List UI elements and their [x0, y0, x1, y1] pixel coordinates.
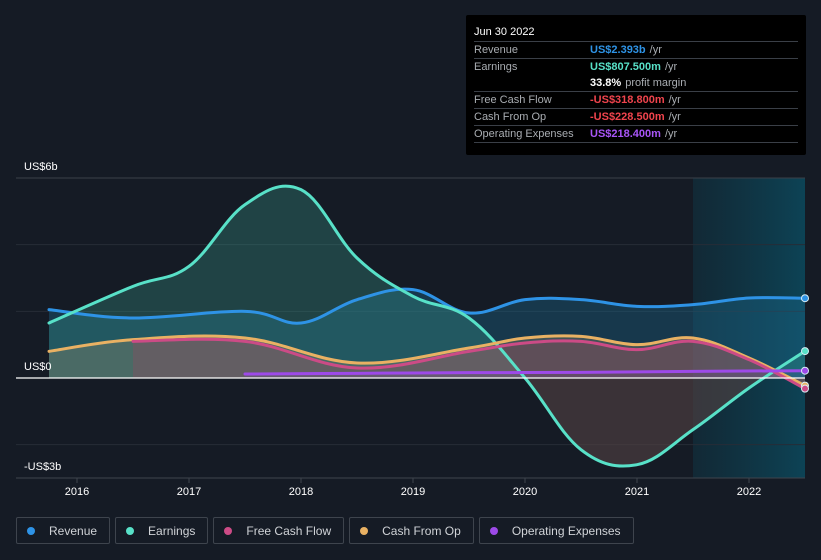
- x-tick-label: 2017: [177, 486, 201, 498]
- operating-expenses-end-point: [801, 366, 809, 375]
- legend-label: Free Cash Flow: [246, 523, 332, 538]
- y-axis-label: US$6b: [24, 161, 58, 173]
- cash-from-op-dot-icon: [360, 526, 369, 535]
- profit-margin-value: 33.8%: [590, 77, 622, 89]
- tooltip-value: -US$228.500m: [590, 111, 665, 123]
- x-tick-label: 2016: [65, 486, 89, 498]
- tooltip-label: Earnings: [474, 61, 518, 73]
- x-axis: 2016 2017 2018 2019 2020 2021 2022: [16, 477, 805, 498]
- operating-expenses-dot-icon: [489, 526, 498, 535]
- legend-item-cash-from-op[interactable]: Cash From Op: [349, 517, 474, 544]
- tooltip-row-revenue: Revenue US$2.393b /yr: [474, 42, 798, 59]
- earnings-end-point: [801, 347, 809, 356]
- x-tick-label: 2021: [625, 486, 649, 498]
- tooltip-label: Cash From Op: [474, 111, 547, 123]
- profit-margin-text: profit margin: [625, 77, 687, 89]
- tooltip-row-operating-expenses: Operating Expenses US$218.400m /yr: [474, 126, 798, 143]
- tooltip-row-cash-from-op: Cash From Op -US$228.500m /yr: [474, 109, 798, 126]
- revenue-end-point: [801, 294, 809, 303]
- tooltip-date: Jun 30 2022: [474, 23, 798, 42]
- y-axis-label: US$0: [24, 361, 52, 373]
- legend-label: Earnings: [148, 523, 196, 538]
- tooltip-label: Operating Expenses: [474, 128, 574, 140]
- tooltip-row-profit-margin: 33.8% profit margin: [474, 75, 798, 92]
- tooltip-value: US$218.400m: [590, 128, 661, 140]
- tooltip-value: US$2.393b: [590, 44, 646, 56]
- free-cash-flow-end-point: [801, 384, 809, 393]
- x-tick-label: 2018: [289, 486, 313, 498]
- legend-item-free-cash-flow[interactable]: Free Cash Flow: [213, 517, 345, 544]
- tooltip-value: US$807.500m: [590, 61, 661, 73]
- y-axis-label: -US$3b: [24, 461, 61, 473]
- tooltip-unit: /yr: [664, 128, 678, 140]
- tooltip-row-free-cash-flow: Free Cash Flow -US$318.800m /yr: [474, 92, 798, 109]
- earnings-dot-icon: [126, 526, 135, 535]
- revenue-dot-icon: [27, 526, 35, 535]
- tooltip-row-earnings: Earnings US$807.500m /yr: [474, 59, 798, 75]
- series-areas: [49, 186, 805, 467]
- tooltip-label: Revenue: [474, 44, 519, 56]
- legend-label: Cash From Op: [382, 523, 461, 538]
- tooltip-label: [474, 75, 590, 91]
- legend-label: Operating Expenses: [511, 523, 621, 538]
- tooltip-unit: /yr: [668, 111, 681, 123]
- tooltip-unit: /yr: [668, 94, 681, 106]
- tooltip-label: Free Cash Flow: [474, 94, 552, 106]
- tooltip-unit: /yr: [649, 44, 662, 56]
- free-cash-flow-dot-icon: [224, 526, 233, 535]
- tooltip-unit: /yr: [664, 61, 678, 73]
- legend-label: Revenue: [49, 523, 98, 538]
- legend-item-earnings[interactable]: Earnings: [115, 517, 209, 544]
- x-tick-label: 2022: [737, 486, 761, 498]
- tooltip-value: -US$318.800m: [590, 94, 665, 106]
- legend-item-revenue[interactable]: Revenue: [16, 517, 111, 544]
- x-tick-label: 2020: [513, 486, 537, 498]
- x-tick-label: 2019: [401, 486, 425, 498]
- legend-item-operating-expenses[interactable]: Operating Expenses: [478, 517, 634, 544]
- legend: Revenue Earnings Free Cash Flow Cash Fro…: [16, 517, 634, 544]
- tooltip: Jun 30 2022 Revenue US$2.393b /yr Earnin…: [466, 15, 806, 155]
